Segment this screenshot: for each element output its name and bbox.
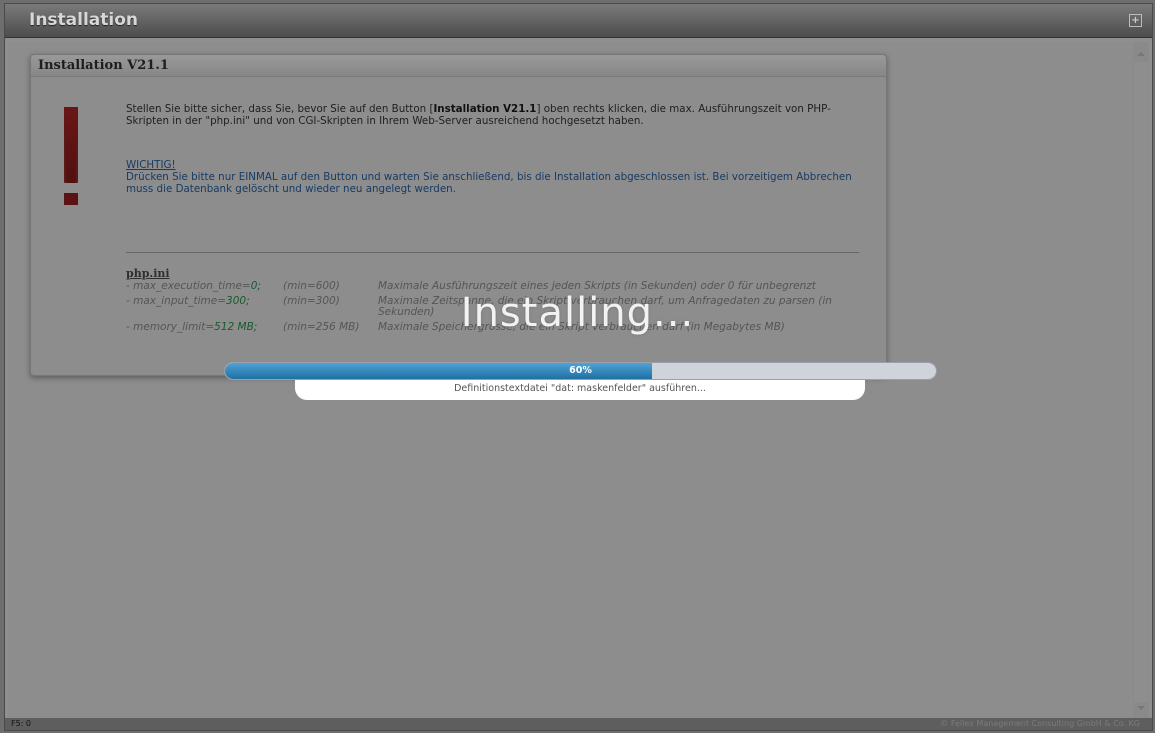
window-title: Installation [29,10,139,30]
title-bar: Installation + [5,4,1152,38]
footer-left: F5: 0 [11,719,32,728]
phpini-heading[interactable]: php.ini [126,267,866,280]
status-footer: F5: 0 © Fellex Management Consulting Gmb… [5,718,1152,730]
installing-title: Installing... [460,290,695,336]
progress-label: 60% [569,365,592,376]
divider [126,252,859,253]
footer-copyright: © Fellex Management Consulting GmbH & Co… [940,719,1140,728]
scroll-up-icon[interactable] [1137,52,1145,56]
scroll-track[interactable] [1134,62,1148,702]
important-notice: WICHTIG! Drücken Sie bitte nur EINMAL au… [126,159,861,195]
progress-bar: 60% [224,362,937,380]
warning-exclamation-icon [64,107,78,183]
warning-exclamation-dot-icon [64,193,78,205]
progress-status: Definitionstextdatei "dat: maskenfelder"… [295,380,865,400]
intro-text: Stellen Sie bitte sicher, dass Sie, bevo… [126,103,861,127]
scroll-down-icon[interactable] [1137,706,1145,710]
intro-text-part1: Stellen Sie bitte sicher, dass Sie, bevo… [126,103,434,115]
vertical-scrollbar[interactable] [1133,42,1149,718]
panel-header: Installation V21.1 [31,55,886,77]
wichtig-link[interactable]: WICHTIG! [126,159,861,171]
panel-title: Installation V21.1 [38,58,169,73]
wichtig-text: Drücken Sie bitte nur EINMAL auf den But… [126,171,852,195]
intro-text-bold: Installation V21.1 [433,103,537,115]
maximize-icon[interactable]: + [1129,14,1142,27]
